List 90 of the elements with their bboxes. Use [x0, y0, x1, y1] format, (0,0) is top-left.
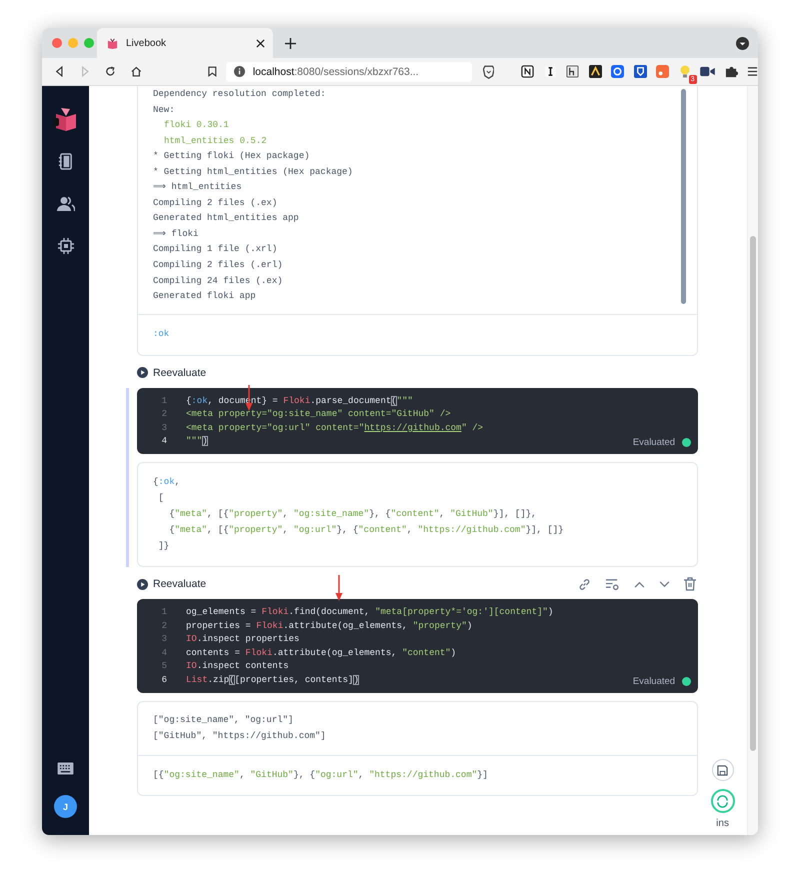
status-label: Evaluated	[632, 676, 676, 687]
log-line: Compiling 1 file (.xrl)	[153, 243, 278, 256]
code-editor[interactable]	[137, 599, 698, 693]
settings-icon[interactable]	[605, 578, 620, 591]
extension-icon[interactable]	[588, 65, 602, 78]
keyboard-icon[interactable]	[57, 762, 74, 775]
stdout-line: ["og:site_name", "og:url"]	[153, 714, 294, 727]
reevaluate-button[interactable]: Reevaluate	[137, 366, 206, 379]
extension-icon[interactable]	[566, 65, 580, 78]
log-line: floki 0.30.1	[163, 119, 230, 132]
annotation-arrow	[335, 575, 343, 602]
extension-icon[interactable]	[544, 65, 557, 78]
play-icon	[137, 578, 148, 590]
chip-icon[interactable]	[58, 238, 74, 254]
reload-icon[interactable]	[105, 66, 116, 77]
code-line: <meta property="og:site_name" content="GitHub" />	[186, 408, 451, 422]
move-up-icon[interactable]	[634, 580, 646, 588]
scrollbar-thumb[interactable]	[750, 236, 756, 751]
move-down-icon[interactable]	[659, 580, 670, 588]
book-logo-icon[interactable]	[54, 107, 78, 131]
result-line: [	[157, 492, 165, 506]
log-line: Compiling 2 files (.ex)	[153, 196, 278, 210]
tab-title: Livebook	[126, 38, 168, 48]
save-icon	[717, 764, 728, 776]
code-line: IO.inspect properties	[186, 633, 300, 646]
url-text: localhost:8080/sessions/xbzxr763...	[252, 66, 419, 78]
line-number: 3	[160, 633, 168, 646]
video-camera-icon[interactable]	[700, 66, 716, 77]
book-icon	[107, 38, 118, 48]
lightbulb-icon[interactable]	[678, 64, 691, 78]
refresh-icon	[716, 794, 730, 808]
editor-mode-label: ins	[716, 818, 729, 829]
log-line: html_entities 0.5.2	[163, 134, 268, 148]
notebook-icon[interactable]	[58, 153, 73, 170]
link-icon[interactable]	[578, 578, 592, 591]
line-number: 4	[160, 435, 168, 448]
log-line: New:	[153, 104, 176, 117]
status-dot	[682, 676, 692, 686]
line-number: 1	[160, 606, 168, 620]
bookmark-icon[interactable]	[208, 66, 217, 77]
log-line: ⟹ html_entities	[153, 181, 243, 194]
code-line: """)	[186, 435, 208, 448]
status-label: Evaluated	[632, 437, 676, 448]
address-bar[interactable]: localhost:8080/sessions/xbzxr763...	[226, 62, 472, 82]
menu-icon[interactable]	[747, 66, 758, 77]
code-line: <meta property="og:url" content="https://github.com" />	[186, 422, 484, 435]
log-line: Dependency resolution completed:	[153, 88, 327, 101]
extension-icon[interactable]	[634, 65, 647, 78]
code-line: properties = Floki.attribute(og_elements, "property")	[186, 620, 472, 633]
play-icon	[137, 367, 148, 378]
save-button[interactable]	[712, 759, 734, 781]
result-line: {"meta", [{"property", "og:url"}, {"content", "https://github.com"}], []}	[168, 524, 565, 538]
result-line: {:ok,	[153, 476, 182, 490]
trash-icon[interactable]	[684, 577, 696, 592]
extension-icon[interactable]	[521, 65, 534, 78]
line-number: 2	[160, 408, 168, 422]
line-number: 5	[160, 660, 168, 674]
log-line: * Getting html_entities (Hex package)	[153, 166, 354, 179]
stdout-line: ["GitHub", "https://github.com"]	[153, 730, 327, 743]
code-line: og_elements = Floki.find(document, "meta[property*='og:'][content]")	[186, 606, 554, 620]
log-line: ⟹ floki	[153, 228, 200, 241]
result-line: {"meta", [{"property", "og:site_name"}, {"content", "GitHub"}], []},	[168, 508, 538, 522]
log-line: Generated html_entities app	[153, 212, 300, 226]
line-number: 6	[160, 674, 168, 687]
log-line: Compiling 2 files (.erl)	[153, 259, 284, 272]
puzzle-piece-icon[interactable]	[724, 65, 738, 78]
code-line: IO.inspect contents	[186, 660, 289, 674]
log-line: * Getting floki (Hex package)	[153, 150, 311, 164]
result-line: ]}	[157, 540, 170, 554]
line-number: 4	[160, 646, 168, 660]
close-icon[interactable]	[256, 38, 265, 48]
line-number: 2	[160, 620, 168, 633]
result-line: :ok	[153, 328, 170, 341]
info-icon	[234, 66, 245, 77]
status-dot	[682, 438, 692, 448]
line-number: 1	[160, 394, 168, 408]
reevaluate-button[interactable]: Reevaluate	[137, 578, 206, 590]
code-line: contents = Floki.attribute(og_elements, "content")	[186, 646, 456, 660]
home-icon[interactable]	[130, 66, 142, 77]
line-number: 3	[160, 422, 168, 435]
log-line: Generated floki app	[153, 290, 257, 304]
result-line: [{"og:site_name", "GitHub"}, {"og:url", "https://github.com"}]	[153, 768, 489, 782]
browser-tab[interactable]: Livebook	[97, 28, 273, 58]
new-tab-icon[interactable]	[285, 38, 296, 48]
back-icon[interactable]	[54, 66, 65, 77]
scrollbar-thumb[interactable]	[681, 89, 686, 304]
users-icon[interactable]	[56, 196, 74, 212]
log-line: Compiling 24 files (.ex)	[153, 274, 284, 288]
tab-list-icon[interactable]	[736, 36, 749, 50]
runtime-status-button[interactable]	[710, 789, 735, 813]
